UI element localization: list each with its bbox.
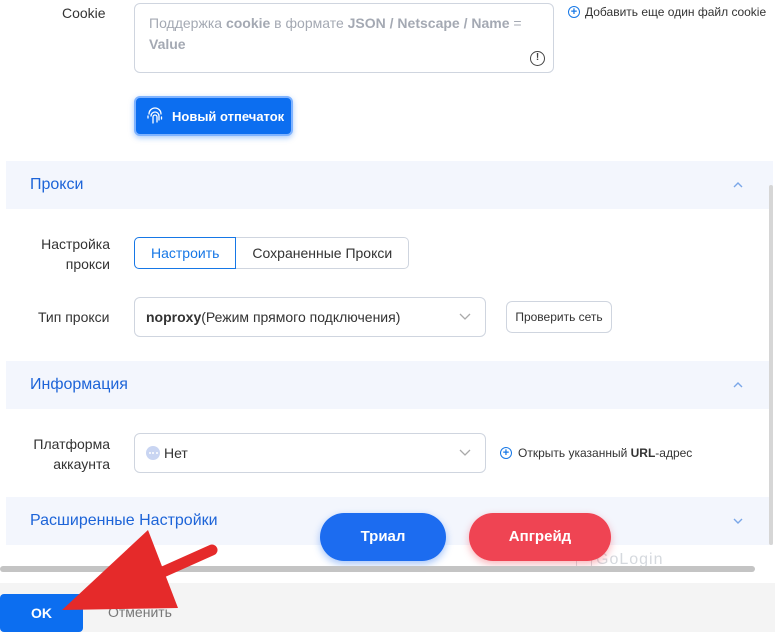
- advanced-section-title: Расширенные Настройки: [30, 512, 218, 529]
- chevron-down-icon: [733, 518, 743, 524]
- new-fingerprint-label: Новый отпечаток: [172, 108, 285, 124]
- chevron-up-icon: [733, 382, 743, 388]
- cancel-button[interactable]: Отменить: [108, 604, 172, 620]
- vertical-scrollbar[interactable]: [769, 185, 773, 545]
- plus-circle-icon: +: [568, 6, 580, 18]
- proxy-type-description: (Режим прямого подключения): [201, 309, 401, 325]
- chevron-down-icon: [459, 449, 471, 456]
- proxy-section-title: Прокси: [30, 176, 84, 193]
- exclamation-icon[interactable]: !: [530, 51, 545, 66]
- upgrade-button[interactable]: Апгрейд: [469, 513, 611, 561]
- add-cookie-file-link[interactable]: + Добавить еще один файл cookie: [568, 5, 766, 19]
- horizontal-scrollbar[interactable]: [0, 566, 755, 572]
- check-network-button[interactable]: Проверить сеть: [506, 301, 612, 333]
- chevron-down-icon: [459, 313, 471, 320]
- fingerprint-icon: [147, 107, 163, 124]
- info-section-header[interactable]: Информация: [6, 361, 773, 409]
- chevron-up-icon: [733, 182, 743, 188]
- proxy-type-select[interactable]: noproxy (Режим прямого подключения): [134, 297, 486, 337]
- account-platform-label: Платформа аккаунта: [33, 436, 110, 472]
- open-url-link[interactable]: + Открыть указанный URL-адрес: [500, 446, 692, 460]
- tab-configure[interactable]: Настроить: [134, 237, 237, 269]
- cookie-placeholder: Поддержка cookie в формате JSON / Netsca…: [149, 15, 522, 52]
- open-url-label: Открыть указанный URL-адрес: [518, 446, 693, 460]
- trial-button[interactable]: Триал: [320, 513, 446, 561]
- account-platform-value: Нет: [164, 445, 188, 461]
- ok-button[interactable]: OK: [0, 594, 83, 632]
- tab-saved-proxies[interactable]: Сохраненные Прокси: [236, 237, 410, 269]
- proxy-type-value: noproxy: [146, 309, 202, 325]
- new-fingerprint-button[interactable]: Новый отпечаток: [134, 96, 293, 136]
- cookie-label: Cookie: [62, 5, 106, 21]
- info-section-title: Информация: [30, 376, 128, 393]
- dots-icon: [146, 446, 160, 460]
- account-platform-select[interactable]: Нет: [134, 433, 486, 473]
- proxy-type-label: Тип прокси: [38, 309, 110, 325]
- proxy-mode-tabs: Настроить Сохраненные Прокси: [134, 237, 410, 269]
- cookie-textarea[interactable]: Поддержка cookie в формате JSON / Netsca…: [134, 3, 554, 73]
- add-cookie-file-label: Добавить еще один файл cookie: [585, 5, 767, 19]
- plus-circle-icon: +: [500, 447, 512, 459]
- proxy-settings-label: Настройка прокси: [41, 236, 110, 272]
- proxy-section-header[interactable]: Прокси: [6, 161, 773, 209]
